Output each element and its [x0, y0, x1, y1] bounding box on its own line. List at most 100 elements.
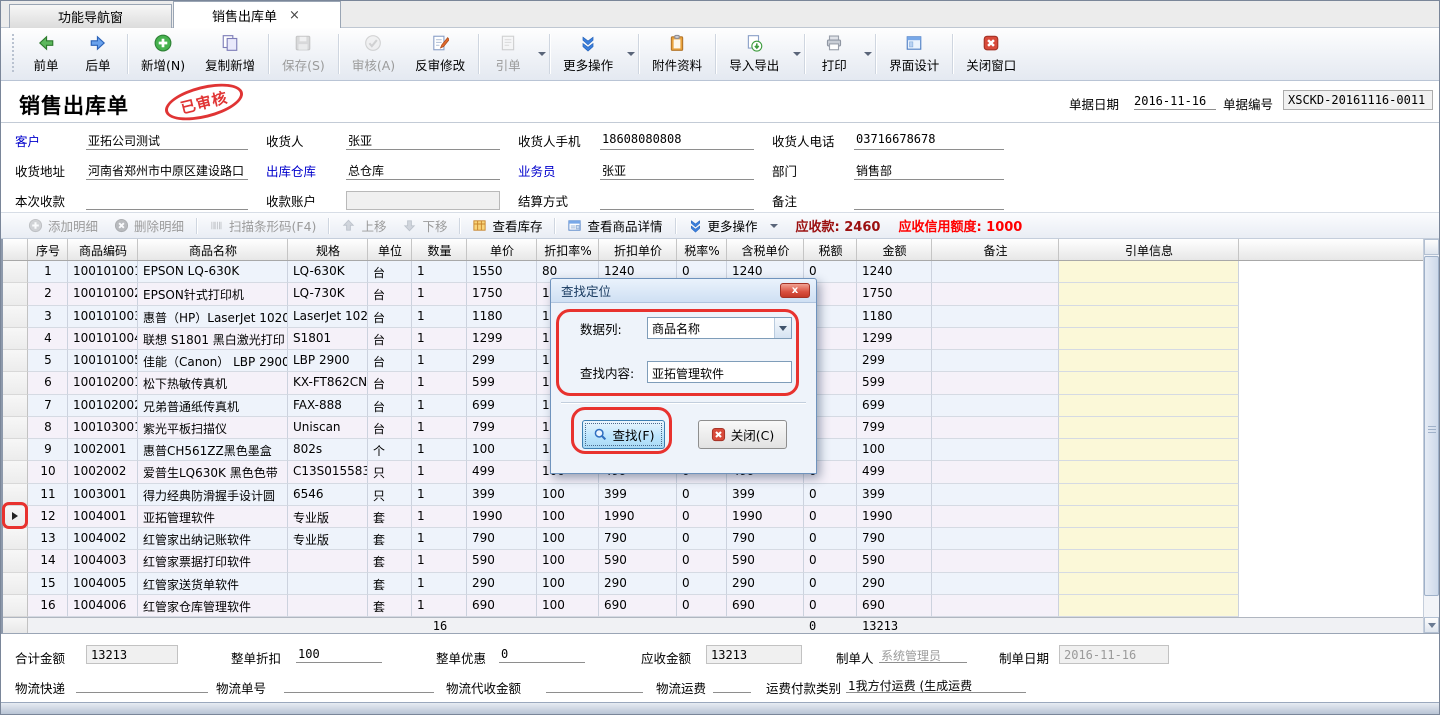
grid-cell[interactable]: LQ-630K	[288, 261, 368, 283]
grid-cell[interactable]: 1	[412, 328, 467, 350]
grid-cell[interactable]: 290	[467, 573, 537, 595]
grid-cell[interactable]: 1004005	[68, 573, 138, 595]
vertical-scrollbar[interactable]	[1423, 239, 1439, 633]
grid-cell[interactable]: 790	[727, 528, 804, 550]
grid-cell[interactable]: 0	[677, 550, 727, 572]
grid-cell[interactable]	[1059, 484, 1239, 506]
form-field-运费付款类别[interactable]: 1我方付运费 (生成运费	[846, 675, 1026, 693]
toolbar-button-chevrons[interactable]: 更多操作	[553, 30, 623, 78]
grid-cell[interactable]: 790	[857, 528, 932, 550]
grid-cell[interactable]: 0	[804, 528, 857, 550]
grid-cell[interactable]	[288, 550, 368, 572]
grid-cell[interactable]: 1990	[599, 506, 677, 528]
grid-cell[interactable]: 5	[28, 350, 68, 372]
grid-cell[interactable]: 100101002	[68, 283, 138, 305]
grid-cell[interactable]: 6	[28, 372, 68, 394]
form-field-部门[interactable]: 销售部	[854, 160, 1004, 180]
grid-cell[interactable]: 0	[677, 595, 727, 617]
toolbar-button-close-red[interactable]: 关闭窗口	[956, 30, 1026, 78]
grid-cell[interactable]: 1	[412, 395, 467, 417]
grid-cell[interactable]	[1059, 417, 1239, 439]
column-header[interactable]: 规格	[288, 239, 368, 260]
form-field-收货地址[interactable]: 河南省郑州市中原区建设路口	[86, 160, 248, 180]
grid-cell[interactable]	[932, 261, 1059, 283]
dialog-close-button[interactable]: x	[780, 283, 810, 298]
grid-cell[interactable]	[932, 395, 1059, 417]
grid-cell[interactable]: 台	[368, 283, 412, 305]
grid-cell[interactable]: 1004001	[68, 506, 138, 528]
row-selector[interactable]	[3, 439, 28, 461]
grid-cell[interactable]	[1059, 372, 1239, 394]
grid-cell[interactable]: 1	[412, 550, 467, 572]
chevron-down-icon[interactable]	[627, 52, 635, 56]
grid-cell[interactable]: 9	[28, 439, 68, 461]
grid-cell[interactable]: 1	[412, 261, 467, 283]
column-header[interactable]: 备注	[932, 239, 1059, 260]
form-field-收货人电话[interactable]: 03716678678	[854, 130, 1004, 150]
grid-cell[interactable]: 1	[28, 261, 68, 283]
grid-cell[interactable]: 399	[467, 484, 537, 506]
tab-nav-window[interactable]: 功能导航窗	[9, 4, 172, 28]
grid-cell[interactable]	[932, 328, 1059, 350]
grid-cell[interactable]: 0	[677, 528, 727, 550]
grid-cell[interactable]: 台	[368, 395, 412, 417]
column-header[interactable]: 税额	[804, 239, 857, 260]
grid-cell[interactable]: 1	[412, 350, 467, 372]
row-selector[interactable]	[3, 261, 28, 283]
row-selector[interactable]	[3, 484, 28, 506]
grid-cell[interactable]: 松下热敏传真机	[138, 372, 288, 394]
grid-cell[interactable]: 100103001	[68, 417, 138, 439]
grid-cell[interactable]: 100	[537, 506, 599, 528]
grid-cell[interactable]: 专业版	[288, 506, 368, 528]
grid-cell[interactable]: 1	[412, 528, 467, 550]
grid-cell[interactable]: 1004006	[68, 595, 138, 617]
grid-cell[interactable]: 0	[804, 550, 857, 572]
grid-cell[interactable]: 100	[537, 573, 599, 595]
toolbar-button-arrow-left[interactable]: 前单	[20, 30, 72, 78]
scroll-down-icon[interactable]	[1424, 617, 1439, 633]
grid-cell[interactable]: 100102001	[68, 372, 138, 394]
row-selector[interactable]	[3, 550, 28, 572]
row-selector[interactable]	[3, 573, 28, 595]
grid-cell[interactable]: 590	[599, 550, 677, 572]
grid-cell[interactable]: 1990	[857, 506, 932, 528]
grid-cell[interactable]	[932, 506, 1059, 528]
form-field-备注[interactable]	[854, 190, 1004, 210]
table-row[interactable]: 131004002红管家出纳记账软件专业版套179010079007900790	[3, 528, 1423, 550]
toolbar-button-plus-green[interactable]: 新增(N)	[131, 30, 195, 78]
grid-cell[interactable]: 14	[28, 550, 68, 572]
column-header[interactable]: 单位	[368, 239, 412, 260]
grid-cell[interactable]	[1059, 261, 1239, 283]
grid-cell[interactable]	[1059, 550, 1239, 572]
grid-cell[interactable]: 7	[28, 395, 68, 417]
toolbar-button-detail[interactable]: 查看商品详情	[559, 215, 670, 237]
grid-cell[interactable]	[932, 550, 1059, 572]
grid-cell[interactable]	[1059, 350, 1239, 372]
grid-cell[interactable]: 只	[368, 461, 412, 483]
toolbar-button-printer[interactable]: 打印	[808, 30, 860, 78]
grid-cell[interactable]: 290	[857, 573, 932, 595]
toolbar-button-clipboard[interactable]: 附件资料	[642, 30, 712, 78]
grid-cell[interactable]: 兄弟普通纸传真机	[138, 395, 288, 417]
toolbar-button-chevrons[interactable]: 更多操作	[680, 215, 766, 237]
grid-cell[interactable]: 599	[857, 372, 932, 394]
grid-cell[interactable]: 台	[368, 328, 412, 350]
grid-cell[interactable]	[932, 306, 1059, 328]
grid-cell[interactable]: 100	[537, 595, 599, 617]
grid-cell[interactable]: EPSON针式打印机	[138, 283, 288, 305]
grid-cell[interactable]: 惠普（HP）LaserJet 1020	[138, 306, 288, 328]
toolbar-button-design[interactable]: 界面设计	[879, 30, 949, 78]
grid-cell[interactable]: 套	[368, 573, 412, 595]
row-selector[interactable]	[3, 328, 28, 350]
row-selector[interactable]	[3, 528, 28, 550]
grid-cell[interactable]	[932, 484, 1059, 506]
grid-cell[interactable]	[932, 350, 1059, 372]
grid-cell[interactable]	[1059, 528, 1239, 550]
grid-cell[interactable]: 1	[412, 484, 467, 506]
chevron-down-icon[interactable]	[793, 52, 801, 56]
grid-cell[interactable]: 100	[537, 550, 599, 572]
table-row[interactable]: 161004006红管家仓库管理软件套169010069006900690	[3, 595, 1423, 617]
grid-cell[interactable]: 1	[412, 306, 467, 328]
scrollbar-thumb[interactable]	[1424, 256, 1439, 596]
form-field-整单折扣[interactable]: 100	[296, 645, 382, 663]
